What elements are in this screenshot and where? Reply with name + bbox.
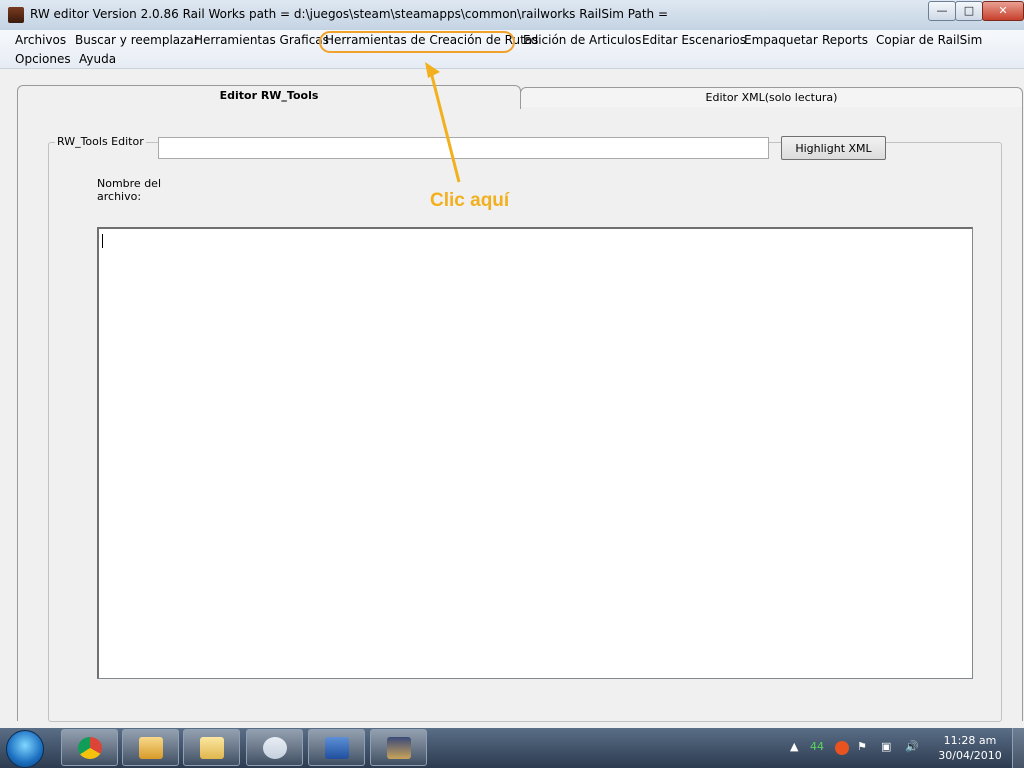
tray-volume-level[interactable]: 44 (810, 740, 824, 753)
taskbar-chrome[interactable] (61, 729, 118, 766)
menu-herramientas-graficas[interactable]: Herramientas Graficas (194, 32, 329, 48)
start-button[interactable] (6, 730, 44, 768)
speaker-icon[interactable]: 🔊 (905, 740, 919, 753)
taskbar-snipping-tool[interactable] (246, 729, 303, 766)
groupbox-label: RW_Tools Editor (55, 135, 146, 148)
presentation-icon (139, 737, 163, 759)
filename-label: Nombre del archivo: (97, 177, 162, 203)
flag-icon[interactable]: ⚑ (857, 740, 867, 753)
word-icon (325, 737, 349, 759)
show-desktop-button[interactable] (1012, 728, 1024, 768)
annotation-arrow-icon (425, 62, 461, 183)
tray-expand-icon[interactable]: ▲ (790, 740, 798, 753)
text-caret (102, 234, 103, 248)
tray-app-icon[interactable] (835, 741, 849, 755)
menu-buscar-reemplazar[interactable]: Buscar y reemplazar (75, 32, 199, 48)
highlight-xml-button[interactable]: Highlight XML (781, 136, 886, 160)
app-icon (8, 7, 24, 23)
menu-empaquetar[interactable]: Empaquetar (744, 32, 818, 48)
tab-editor-xml[interactable]: Editor XML(solo lectura) (520, 87, 1023, 107)
annotation-text: Clic aquí (430, 190, 510, 211)
snipping-tool-icon (263, 737, 287, 759)
train-app-icon (387, 737, 411, 759)
clock-time: 11:28 am (943, 734, 997, 747)
menu-edicion-articulos[interactable]: Edición de Articulos (523, 32, 641, 48)
system-tray: ▲ 44 ⚑ ▣ 🔊 (785, 728, 935, 768)
menu-ayuda[interactable]: Ayuda (79, 51, 116, 67)
menu-opciones[interactable]: Opciones (15, 51, 71, 67)
taskbar-presentation[interactable] (122, 729, 179, 766)
menu-editar-escenarios[interactable]: Editar Escenarios (642, 32, 746, 48)
window-title: RW editor Version 2.0.86 Rail Works path… (30, 7, 669, 21)
menu-reports[interactable]: Reports (822, 32, 868, 48)
network-icon[interactable]: ▣ (881, 740, 891, 753)
taskbar-explorer[interactable] (183, 729, 240, 766)
taskbar-clock[interactable]: 11:28 am 30/04/2010 (938, 733, 1002, 763)
menu-archivos[interactable]: Archivos (15, 32, 66, 48)
highlight-ring (319, 31, 515, 53)
taskbar-word[interactable] (308, 729, 365, 766)
xml-editor-textarea[interactable] (97, 227, 973, 679)
minimize-button[interactable]: — (928, 1, 956, 21)
explorer-icon (200, 737, 224, 759)
chrome-icon (78, 737, 102, 759)
clock-date: 30/04/2010 (938, 749, 1002, 762)
title-bar: RW editor Version 2.0.86 Rail Works path… (0, 0, 1024, 31)
maximize-button[interactable]: □ (955, 1, 983, 21)
close-button[interactable]: ✕ (982, 1, 1024, 21)
taskbar-train-app[interactable] (370, 729, 427, 766)
menu-copiar-railsim[interactable]: Copiar de RailSim (876, 32, 982, 48)
